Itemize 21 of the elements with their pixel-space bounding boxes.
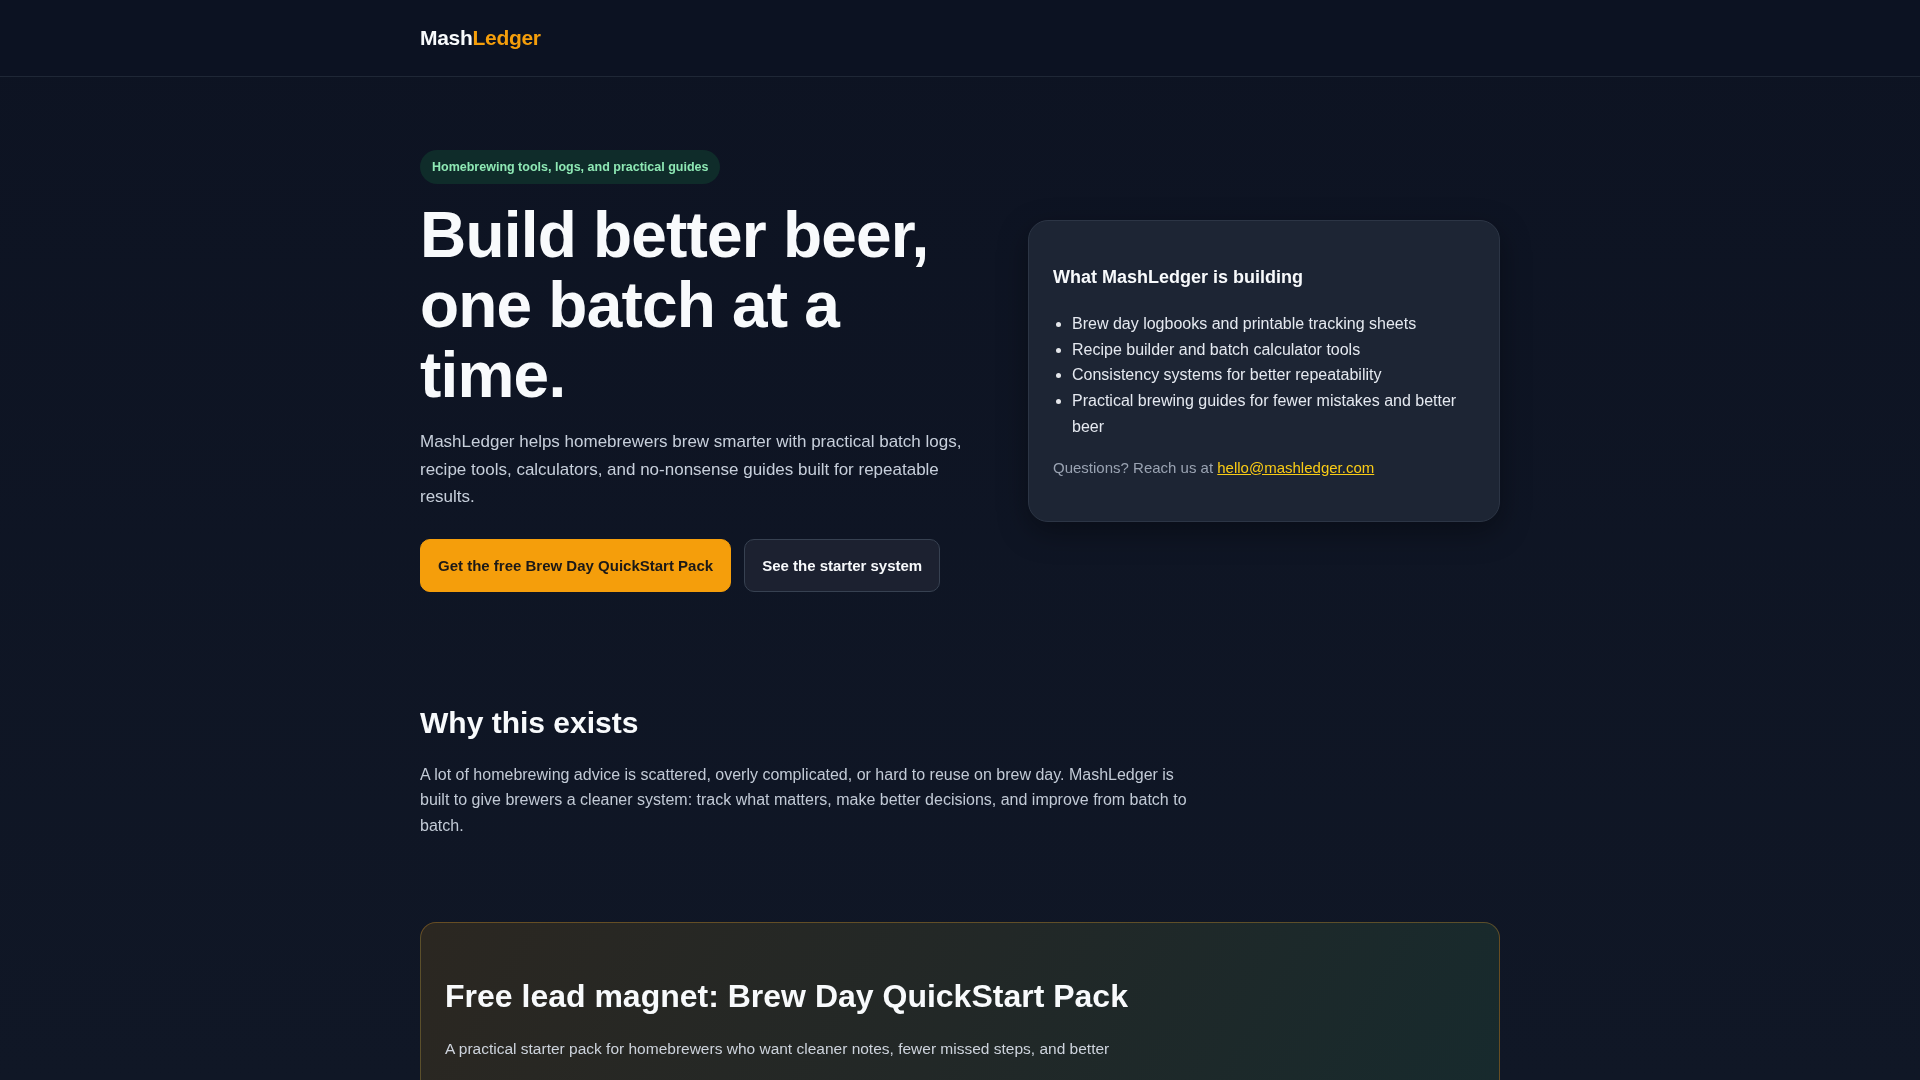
starter-system-button[interactable]: See the starter system xyxy=(744,538,941,592)
quickstart-pack-button[interactable]: Get the free Brew Day QuickStart Pack xyxy=(420,538,732,592)
feature-text: Practical brewing guides for fewer mistakes and better beer xyxy=(1072,391,1458,437)
contact-text: Questions? Reach us at hello@mashledger.com xyxy=(1053,457,1376,478)
section-heading: Why this exists xyxy=(420,704,640,741)
hero-heading: Build better beer, one batch at a time. xyxy=(420,200,930,410)
card-title: What MashLedger is building xyxy=(1053,266,1304,289)
bullet-icon xyxy=(1056,399,1061,405)
feature-text: Brew day logbooks and printable tracking sheets xyxy=(1072,314,1417,334)
lead-magnet-heading: Free lead magnet: Brew Day QuickStart Pack xyxy=(445,977,1129,1016)
tagline-badge: Homebrewing tools, logs, and practical guides xyxy=(420,150,721,184)
email-link[interactable]: hello@mashledger.com xyxy=(1217,458,1375,476)
feature-text: Consistency systems for better repeatability xyxy=(1072,365,1382,386)
lead-magnet-description: A practical starter pack for homebrewers who want cleaner notes, fewer missed steps, and better xyxy=(445,1039,1111,1059)
bullet-icon xyxy=(1056,322,1061,327)
feature-text: Recipe builder and batch calculator tools xyxy=(1072,339,1361,360)
section-text: A lot of homebrewing advice is scattered, overly complicated, or hard to reuse on brew day. MashLedger is built to give brewers a cleaner system: track what matters, make better decisions, and improve from batch to batch. xyxy=(420,764,1188,836)
hero-description: MashLedger helps homebrewers brew smarter with practical batch logs, recipe tools, calculators, and no-nonsense guides built for repeatable results. xyxy=(420,431,963,508)
bullet-icon xyxy=(1056,347,1061,353)
logo[interactable]: MashLedger xyxy=(420,26,541,50)
bullet-icon xyxy=(1056,373,1061,379)
